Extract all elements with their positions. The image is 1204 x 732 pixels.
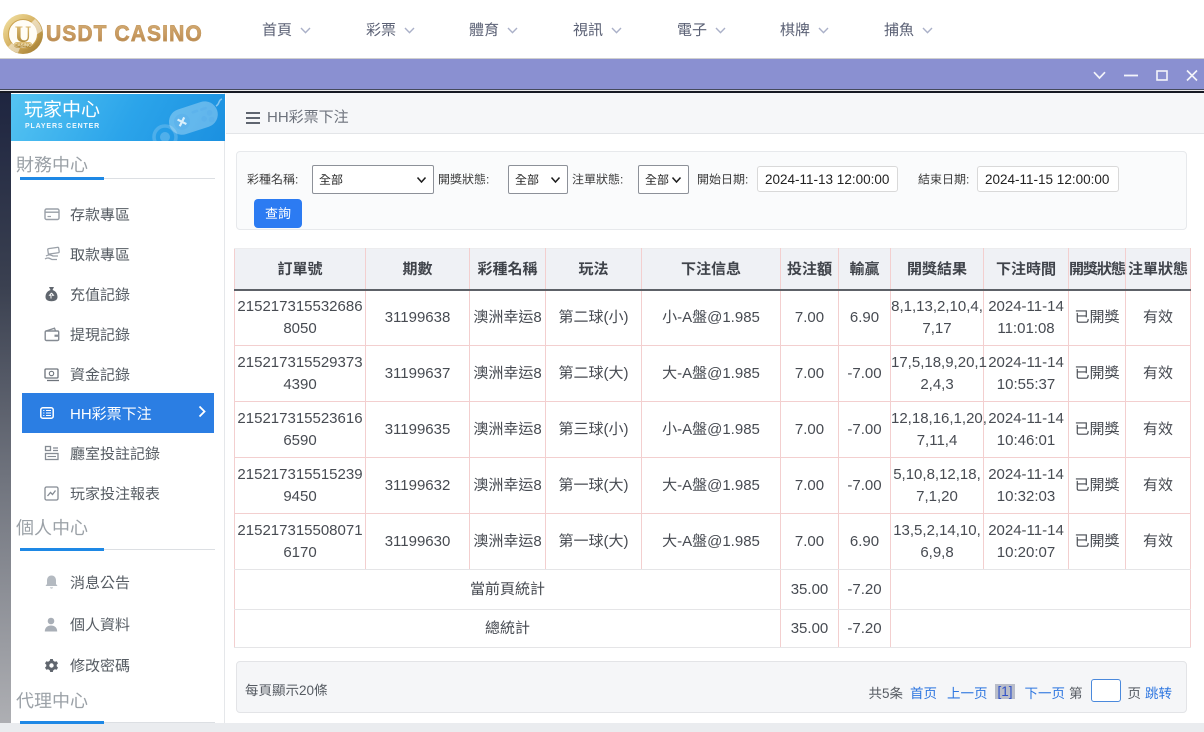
svg-text:CASINO: CASINO xyxy=(14,42,32,47)
